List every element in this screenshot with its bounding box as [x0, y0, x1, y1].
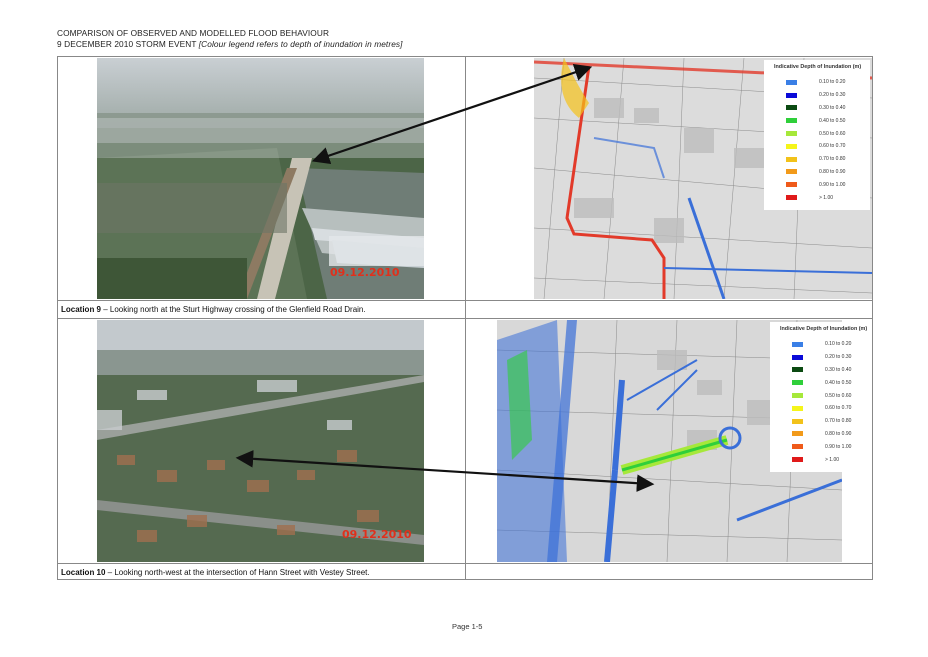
location-9-arrow: [311, 63, 593, 165]
page-number: Page 1-5: [452, 622, 483, 631]
comparison-arrows: [235, 63, 655, 492]
location-10-arrow: [235, 450, 655, 492]
